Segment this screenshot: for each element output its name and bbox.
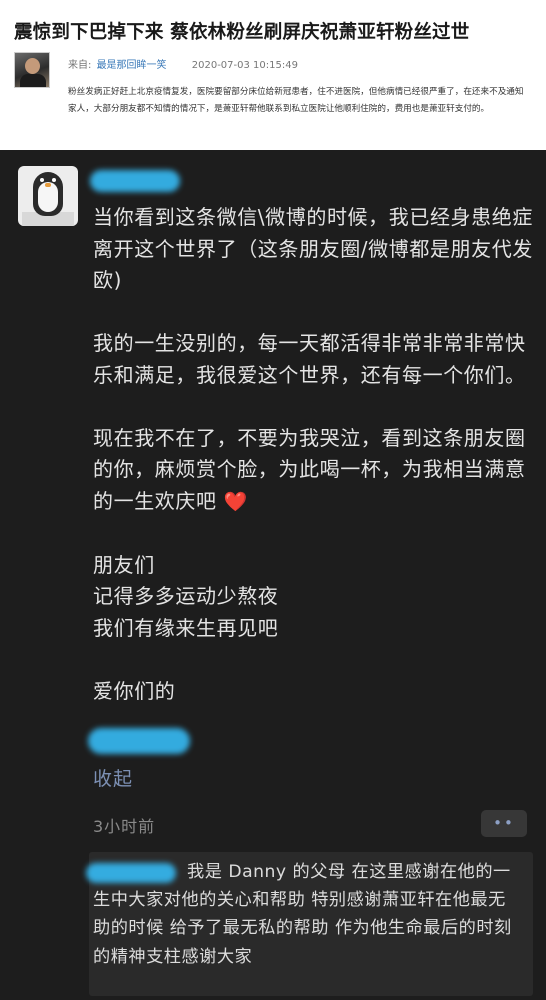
source-prefix: 来自: [68, 60, 92, 71]
penguin-eye-left [40, 178, 44, 182]
two-dots-more-icon[interactable]: •• [481, 810, 527, 837]
post-paragraph-3: 现在我不在了，不要为我哭泣，看到这条朋友圈的你，麻烦赏个脸，为此喝一杯，为我相当… [93, 423, 533, 519]
post-paragraph-3-text: 现在我不在了，不要为我哭泣，看到这条朋友圈的你，麻烦赏个脸，为此喝一杯，为我相当… [93, 425, 526, 513]
friends-line-3: 我们有缘来生再见吧 [93, 615, 279, 640]
article-title: 震惊到下巴掉下来 蔡依林粉丝刷屏庆祝萧亚轩粉丝过世 [14, 22, 470, 43]
author-avatar[interactable] [14, 52, 50, 88]
penguin-beak [45, 183, 51, 187]
post-body: 当你看到这条微信\微博的时候，我已经身患绝症离开这个世界了（这条朋友圈/微博都是… [93, 202, 533, 707]
post-time: 3小时前 [93, 817, 156, 836]
collapse-link[interactable]: 收起 [93, 764, 133, 791]
post-date: 2020-07-03 10:15:49 [191, 60, 298, 71]
article-summary: 粉丝发病正好赶上北京疫情复发，医院要留部分床位给新冠患者，住不进医院，但他病情已… [68, 87, 524, 114]
friends-line-1: 朋友们 [93, 552, 155, 577]
post-paragraph-1: 当你看到这条微信\微博的时候，我已经身患绝症离开这个世界了（这条朋友圈/微博都是… [93, 205, 533, 292]
avatar-head [25, 58, 40, 74]
redacted-commenter-name [86, 863, 176, 883]
penguin-eye-right [52, 178, 56, 182]
article-meta: 来自: 最是那回眸一笑 2020-07-03 10:15:49 [68, 56, 298, 71]
article-header: 震惊到下巴掉下来 蔡依林粉丝刷屏庆祝萧亚轩粉丝过世 来自: 最是那回眸一笑 20… [0, 0, 546, 148]
penguin-avatar-icon[interactable] [18, 166, 78, 226]
red-heart-icon: ❤️ [223, 490, 248, 513]
post-closing: 爱你们的 [93, 678, 176, 703]
author-link[interactable]: 最是那回眸一笑 [97, 60, 167, 71]
moment-screenshot: 当你看到这条微信\微博的时候，我已经身患绝症离开这个世界了（这条朋友圈/微博都是… [0, 150, 546, 1000]
post-paragraph-2: 我的一生没别的，每一天都活得非常非常非常快乐和满足，我很爱这个世界，还有每一个你… [93, 331, 526, 387]
post-friends-block: 朋友们 记得多多运动少熬夜 我们有缘来生再见吧 [93, 550, 533, 645]
friends-line-2: 记得多多运动少熬夜 [93, 584, 279, 608]
redacted-poster-name [90, 170, 180, 192]
redacted-signature [88, 728, 190, 754]
avatar-shirt [20, 74, 46, 87]
